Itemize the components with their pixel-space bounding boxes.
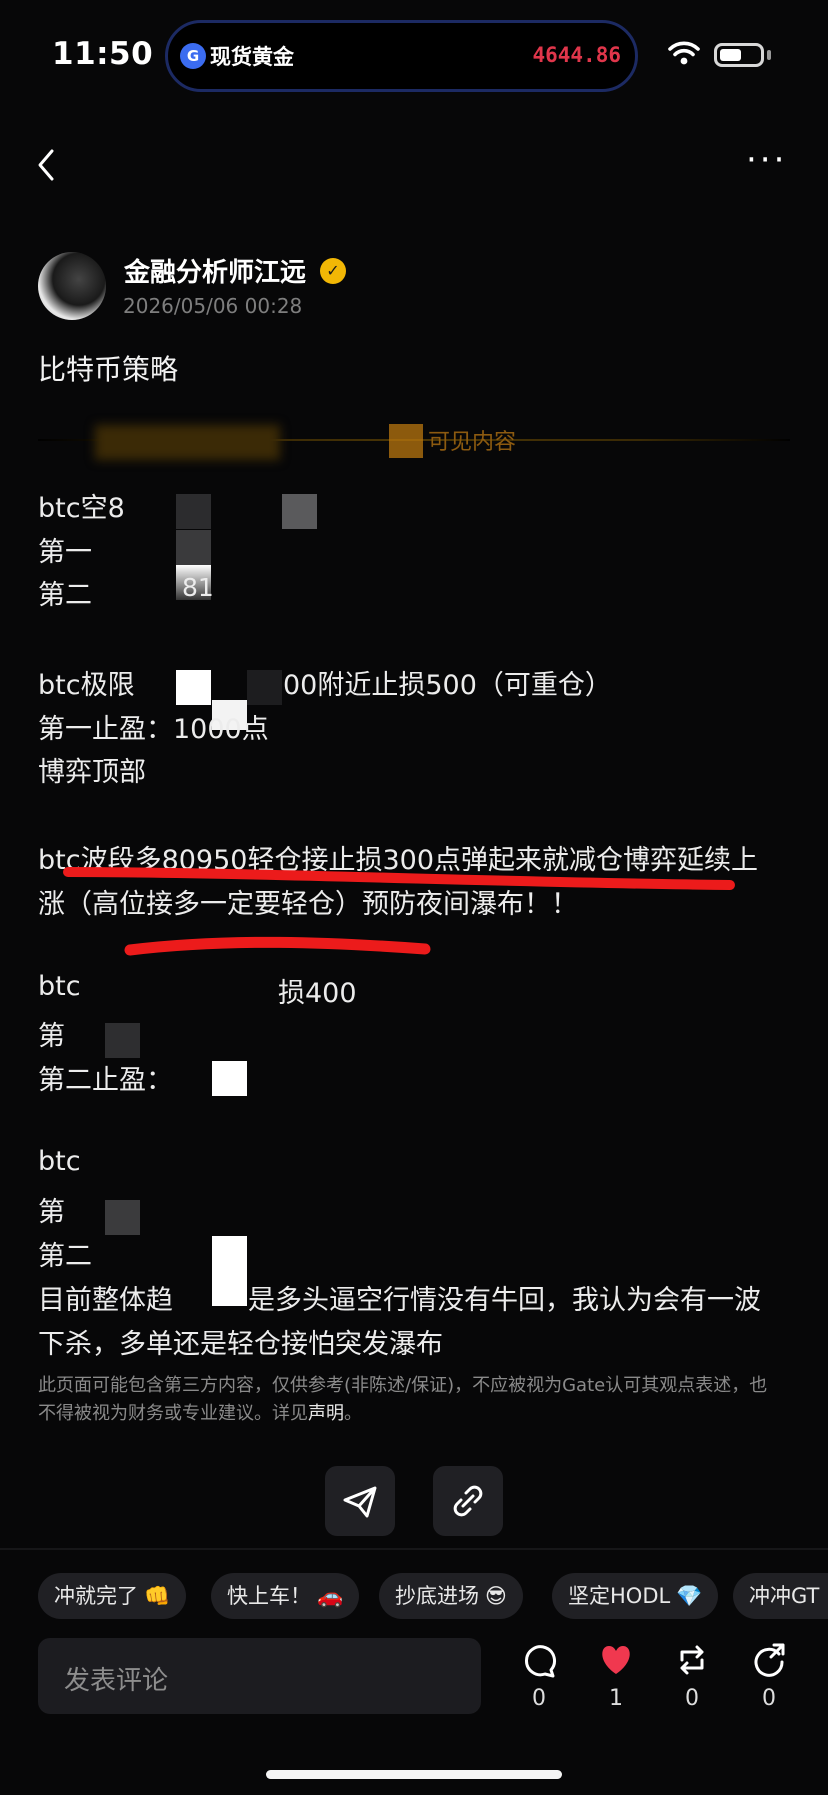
reaction-label: 抄底进场 (395, 1584, 479, 1608)
redaction-pixel (212, 1061, 247, 1096)
forward-share-icon (754, 1643, 785, 1677)
reaction-chip[interactable]: 抄底进场 😎 (379, 1573, 523, 1619)
post-line: 目前整体趋 (38, 1285, 173, 1316)
like-count: 1 (609, 1686, 623, 1711)
redaction-pixel (212, 1236, 247, 1306)
post-line: 第二 (38, 1241, 92, 1272)
comment-placeholder: 发表评论 (64, 1666, 169, 1696)
comment-action[interactable]: 0 (511, 1640, 567, 1711)
post-line: 第 (38, 1021, 65, 1052)
redaction-pixel (105, 1200, 140, 1235)
post-line: btc (38, 1146, 81, 1177)
comment-input[interactable]: 发表评论 (38, 1638, 481, 1714)
post-line: 损400 (278, 978, 357, 1009)
post-line: 是多头逼空行情没有牛回，我认为会有一波 (248, 1285, 761, 1316)
disclaimer-end: 。 (344, 1403, 362, 1424)
comment-bubble-icon (525, 1645, 556, 1678)
post-line: btc (38, 971, 81, 1002)
sunglasses-icon: 😎 (485, 1584, 507, 1608)
reaction-label: 冲就完了 (54, 1584, 138, 1608)
reaction-chip[interactable]: 冲冲GT (733, 1573, 828, 1619)
link-icon (453, 1485, 483, 1517)
disclaimer-link[interactable]: 声明 (308, 1403, 344, 1424)
disclaimer-text: 此页面可能包含第三方内容，仅供参考(非陈述/保证)，不应被视为Gate认可其观点… (38, 1375, 768, 1424)
comment-count: 0 (532, 1686, 546, 1711)
reaction-chip[interactable]: 冲就完了 👊 (38, 1573, 187, 1619)
repost-count: 0 (685, 1686, 699, 1711)
reaction-label: 坚定HODL (568, 1584, 671, 1608)
like-action[interactable]: 1 (588, 1640, 644, 1711)
home-indicator[interactable] (266, 1770, 562, 1779)
fist-icon: 👊 (144, 1584, 171, 1608)
red-underline-strokes (63, 867, 735, 956)
redaction-pixel (105, 1023, 140, 1058)
divider (0, 1548, 828, 1550)
paper-plane-icon (343, 1486, 377, 1518)
repost-icon (680, 1645, 704, 1675)
repost-action[interactable]: 0 (664, 1640, 720, 1711)
share-button[interactable] (325, 1466, 395, 1536)
reaction-chip[interactable]: 坚定HODL 💎 (552, 1573, 719, 1619)
reaction-chip[interactable]: 快上车！ 🚗 (211, 1573, 360, 1619)
post-line: 第 (38, 1197, 65, 1228)
reaction-label: 冲冲GT (749, 1584, 820, 1608)
heart-icon (602, 1646, 630, 1674)
forward-count: 0 (762, 1686, 776, 1711)
reaction-label: 快上车！ (227, 1584, 311, 1608)
post-line: 下杀，多单还是轻仓接怕突发瀑布 (38, 1329, 443, 1360)
copy-link-button[interactable] (433, 1466, 503, 1536)
post-line: 第二止盈： (38, 1065, 173, 1096)
car-icon: 🚗 (317, 1584, 344, 1608)
forward-action[interactable]: 0 (741, 1640, 797, 1711)
disclaimer: 此页面可能包含第三方内容，仅供参考(非陈述/保证)，不应被视为Gate认可其观点… (38, 1372, 768, 1428)
diamond-icon: 💎 (676, 1584, 703, 1608)
